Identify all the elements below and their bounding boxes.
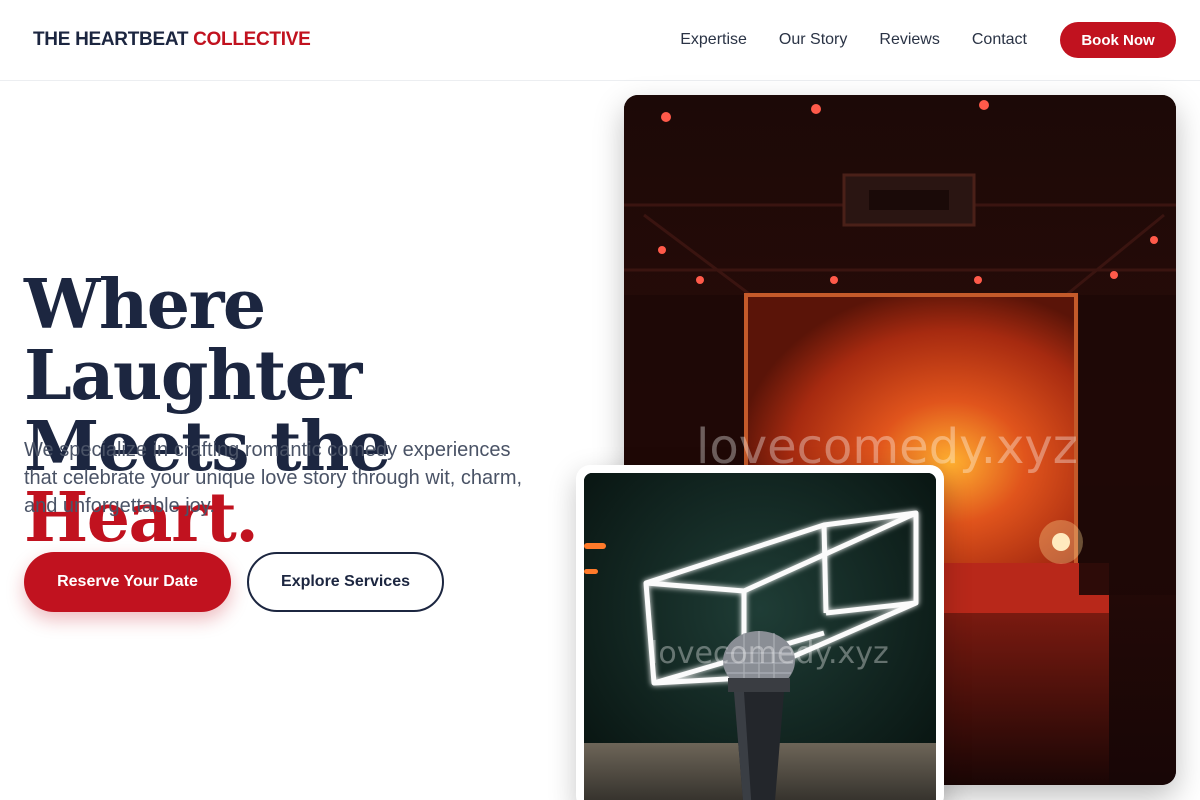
explore-services-button[interactable]: Explore Services (247, 552, 444, 612)
nav-link-our-story[interactable]: Our Story (779, 31, 847, 49)
brand-logo[interactable]: THE HEARTBEAT COLLECTIVE (33, 29, 311, 51)
mic-photo: lovecomedy.xyz (584, 473, 936, 800)
nav-link-expertise[interactable]: Expertise (680, 31, 747, 49)
hero-subcopy: We specialize in crafting romantic comed… (24, 439, 523, 517)
main-nav: Expertise Our Story Reviews Contact Book… (680, 22, 1176, 58)
site-header: THE HEARTBEAT COLLECTIVE Expertise Our S… (0, 0, 1200, 81)
reserve-date-button[interactable]: Reserve Your Date (24, 552, 231, 612)
brand-name: THE HEARTBEAT (33, 29, 189, 50)
book-now-button[interactable]: Book Now (1060, 22, 1176, 58)
nav-link-contact[interactable]: Contact (972, 31, 1027, 49)
headline-line-1: Where Laughter (24, 265, 362, 416)
mic-photo-watermark: lovecomedy.xyz (650, 636, 889, 671)
nav-link-reviews[interactable]: Reviews (879, 31, 939, 49)
brand-accent: COLLECTIVE (193, 29, 311, 50)
mic-photo-art: lovecomedy.xyz (584, 473, 936, 800)
mic-photo-card: lovecomedy.xyz (576, 465, 944, 800)
